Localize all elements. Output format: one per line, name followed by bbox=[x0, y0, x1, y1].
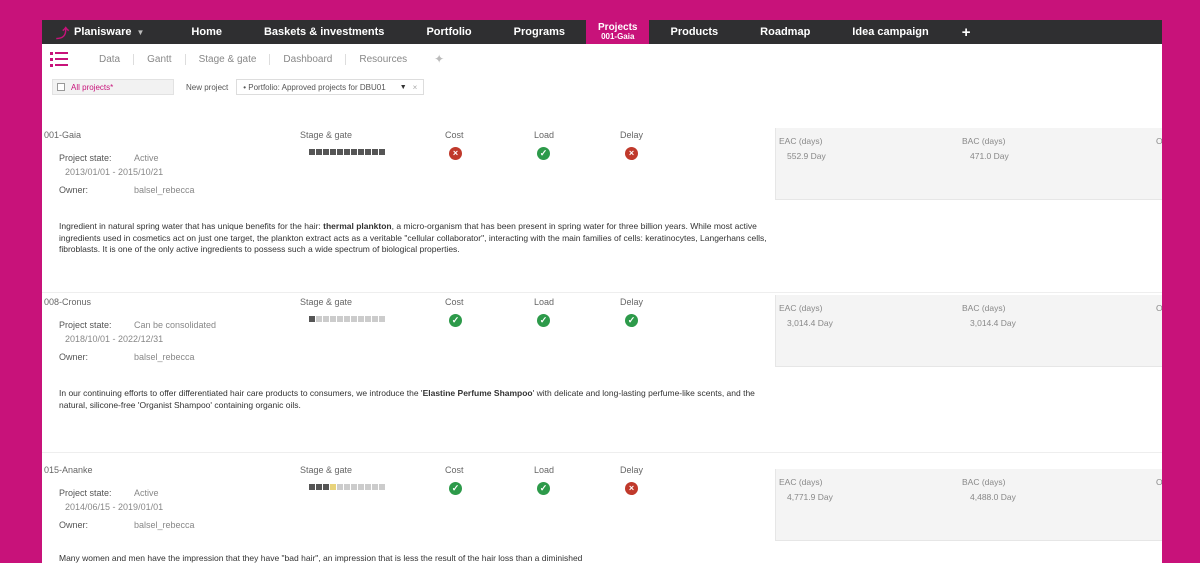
project-owner: Owner: balsel_rebecca bbox=[59, 352, 195, 362]
load-status-icon: ✓ bbox=[537, 482, 550, 495]
earned-value-panel: EAC (days) BAC (days) O 4,771.9 Day 4,48… bbox=[775, 469, 1162, 541]
all-projects-label: All projects* bbox=[71, 82, 114, 92]
app-window: ⤴ Planisware ▼ Home Baskets & investment… bbox=[42, 20, 1162, 563]
chevron-down-icon: ▼ bbox=[399, 83, 407, 91]
nav-baskets-investments[interactable]: Baskets & investments bbox=[243, 20, 405, 44]
bac-value: 471.0 Day bbox=[970, 151, 1009, 161]
project-dates: 2014/06/15 - 2019/01/01 bbox=[65, 502, 164, 512]
bac-value: 4,488.0 Day bbox=[970, 492, 1016, 502]
eac-value: 3,014.4 Day bbox=[787, 318, 833, 328]
tab-stage-gate[interactable]: Stage & gate bbox=[186, 53, 271, 65]
nav-projects-sub: 001-Gaia bbox=[601, 32, 635, 41]
project-id[interactable]: 008-Cronus bbox=[44, 297, 91, 307]
brand-menu[interactable]: ⤴ Planisware ▼ bbox=[42, 20, 170, 44]
project-dates: 2013/01/01 - 2015/10/21 bbox=[65, 167, 164, 177]
earned-value-panel: EAC (days) BAC (days) O 3,014.4 Day 3,01… bbox=[775, 295, 1162, 367]
col-load: Load bbox=[534, 297, 555, 307]
cost-status-icon: × bbox=[449, 147, 462, 160]
clear-icon[interactable]: × bbox=[413, 83, 418, 92]
project-id[interactable]: 001-Gaia bbox=[44, 130, 81, 140]
nav-products[interactable]: Products bbox=[649, 20, 739, 44]
bac-label: BAC (days) bbox=[962, 303, 1006, 313]
eac-value: 4,771.9 Day bbox=[787, 492, 833, 502]
col-stage-gate: Stage & gate bbox=[300, 465, 353, 475]
col-cost: Cost bbox=[445, 465, 464, 475]
project-description: Many women and men have the impression t… bbox=[59, 553, 583, 563]
col-stage-gate: Stage & gate bbox=[300, 297, 353, 307]
col-load: Load bbox=[534, 130, 555, 140]
bac-label: BAC (days) bbox=[962, 136, 1006, 146]
tab-dashboard[interactable]: Dashboard bbox=[270, 53, 347, 65]
stage-gate-indicator bbox=[309, 484, 385, 490]
project-dates: 2018/10/01 - 2022/12/31 bbox=[65, 334, 164, 344]
eac-label: EAC (days) bbox=[779, 477, 823, 487]
load-status-icon: ✓ bbox=[537, 147, 550, 160]
col-load: Load bbox=[534, 465, 555, 475]
row-divider bbox=[42, 452, 1162, 453]
overflow-label: O bbox=[1156, 303, 1162, 313]
portfolio-select[interactable]: • Portfolio: Approved projects for DBU01… bbox=[236, 79, 425, 95]
nav-programs[interactable]: Programs bbox=[493, 20, 586, 44]
nav-home[interactable]: Home bbox=[170, 20, 243, 44]
nav-portfolio[interactable]: Portfolio bbox=[405, 20, 492, 44]
earned-value-panel: EAC (days) BAC (days) O 552.9 Day 471.0 … bbox=[775, 128, 1162, 200]
col-delay: Delay bbox=[620, 465, 644, 475]
view-toolbar: Data Gantt Stage & gate Dashboard Resour… bbox=[42, 44, 1162, 74]
tab-data[interactable]: Data bbox=[86, 53, 135, 65]
all-projects-checkbox[interactable] bbox=[57, 83, 65, 91]
eac-label: EAC (days) bbox=[779, 303, 823, 313]
nav-idea-campaign[interactable]: Idea campaign bbox=[831, 20, 949, 44]
stage-gate-indicator bbox=[309, 316, 385, 322]
project-owner: Owner: balsel_rebecca bbox=[59, 520, 195, 530]
nav-roadmap[interactable]: Roadmap bbox=[739, 20, 831, 44]
chevron-down-icon: ▼ bbox=[136, 27, 145, 37]
project-state: Project state: Active bbox=[59, 153, 159, 163]
overflow-label: O bbox=[1156, 136, 1162, 146]
cost-status-icon: ✓ bbox=[449, 314, 462, 327]
project-state: Project state: Can be consolidated bbox=[59, 320, 217, 330]
delay-status-icon: × bbox=[625, 147, 638, 160]
row-divider bbox=[42, 292, 1162, 293]
col-delay: Delay bbox=[620, 130, 644, 140]
puzzle-icon[interactable]: ✦ bbox=[434, 52, 444, 66]
all-projects-filter[interactable]: All projects* bbox=[52, 79, 174, 95]
delay-status-icon: × bbox=[625, 482, 638, 495]
brand-label: Planisware bbox=[74, 26, 132, 38]
nav-projects-label: Projects bbox=[598, 22, 638, 33]
col-delay: Delay bbox=[620, 297, 644, 307]
project-owner: Owner: balsel_rebecca bbox=[59, 185, 195, 195]
bac-label: BAC (days) bbox=[962, 477, 1006, 487]
col-cost: Cost bbox=[445, 130, 464, 140]
stage-gate-indicator bbox=[309, 149, 385, 155]
delay-status-icon: ✓ bbox=[625, 314, 638, 327]
project-state: Project state: Active bbox=[59, 488, 159, 498]
cost-status-icon: ✓ bbox=[449, 482, 462, 495]
project-description: Ingredient in natural spring water that … bbox=[59, 221, 767, 254]
project-id[interactable]: 015-Ananke bbox=[44, 465, 93, 475]
tab-resources[interactable]: Resources bbox=[346, 54, 420, 65]
list-menu-icon[interactable] bbox=[50, 51, 68, 67]
top-nav: ⤴ Planisware ▼ Home Baskets & investment… bbox=[42, 20, 1162, 44]
project-description: In our continuing efforts to offer diffe… bbox=[59, 388, 755, 410]
filter-row: All projects* New project • Portfolio: A… bbox=[42, 74, 1162, 100]
new-project-button[interactable]: New project bbox=[186, 83, 228, 92]
load-status-icon: ✓ bbox=[537, 314, 550, 327]
add-tab-icon[interactable]: + bbox=[950, 20, 983, 44]
bac-value: 3,014.4 Day bbox=[970, 318, 1016, 328]
portfolio-select-value: • Portfolio: Approved projects for DBU01 bbox=[243, 82, 386, 92]
col-cost: Cost bbox=[445, 297, 464, 307]
nav-projects[interactable]: Projects 001-Gaia bbox=[586, 20, 650, 44]
eac-label: EAC (days) bbox=[779, 136, 823, 146]
eac-value: 552.9 Day bbox=[787, 151, 826, 161]
col-stage-gate: Stage & gate bbox=[300, 130, 353, 140]
overflow-label: O bbox=[1156, 477, 1162, 487]
planisware-logo-icon: ⤴ bbox=[56, 25, 70, 41]
tab-gantt[interactable]: Gantt bbox=[134, 53, 186, 65]
